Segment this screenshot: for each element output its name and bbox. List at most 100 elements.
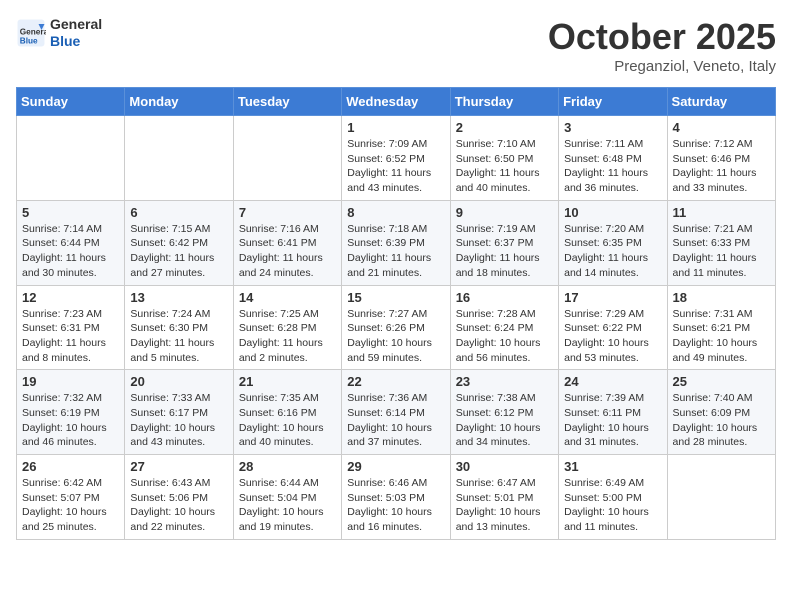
calendar-cell: 16 Sunrise: 7:28 AM Sunset: 6:24 PM Dayli… [450, 285, 558, 370]
day-info: Sunrise: 7:33 AM Sunset: 6:17 PM Dayligh… [130, 391, 227, 450]
day-number: 15 [347, 290, 444, 305]
calendar-cell: 4 Sunrise: 7:12 AM Sunset: 6:46 PM Daylig… [667, 116, 775, 201]
day-number: 23 [456, 374, 553, 389]
day-number: 19 [22, 374, 119, 389]
day-number: 21 [239, 374, 336, 389]
day-number: 22 [347, 374, 444, 389]
calendar-cell: 23Sunrise: 7:38 AM Sunset: 6:12 PM Dayli… [450, 370, 558, 455]
day-info: Sunrise: 7:29 AM Sunset: 6:22 PM Dayligh… [564, 307, 661, 366]
page-header: General Blue General Blue October 2025 P… [16, 16, 776, 75]
day-number: 8 [347, 205, 444, 220]
day-info: Sunrise: 7:21 AM Sunset: 6:33 PM Dayligh… [673, 222, 770, 281]
calendar-cell: 3 Sunrise: 7:11 AM Sunset: 6:48 PM Daylig… [559, 116, 667, 201]
calendar-cell: 2 Sunrise: 7:10 AM Sunset: 6:50 PM Daylig… [450, 116, 558, 201]
day-info: Sunrise: 6:46 AM Sunset: 5:03 PM Dayligh… [347, 476, 444, 535]
calendar-cell: 21 Sunrise: 7:35 AM Sunset: 6:16 PM Dayli… [233, 370, 341, 455]
day-number: 12 [22, 290, 119, 305]
day-info: Sunrise: 6:49 AM Sunset: 5:00 PM Dayligh… [564, 476, 661, 535]
day-number: 18 [673, 290, 770, 305]
calendar-cell: 24 Sunrise: 7:39 AM Sunset: 6:11 PM Dayli… [559, 370, 667, 455]
month-title: October 2025 [548, 16, 776, 58]
day-info: Sunrise: 7:11 AM Sunset: 6:48 PM Dayligh… [564, 137, 661, 196]
day-info: Sunrise: 7:18 AM Sunset: 6:39 PM Dayligh… [347, 222, 444, 281]
day-info: Sunrise: 7:36 AM Sunset: 6:14 PM Dayligh… [347, 391, 444, 450]
day-number: 4 [673, 120, 770, 135]
calendar-week-row: 12 Sunrise: 7:23 AM Sunset: 6:31 PM Dayli… [17, 285, 776, 370]
day-info: Sunrise: 7:16 AM Sunset: 6:41 PM Dayligh… [239, 222, 336, 281]
day-info: Sunrise: 7:31 AM Sunset: 6:21 PM Dayligh… [673, 307, 770, 366]
calendar-cell: 31Sunrise: 6:49 AM Sunset: 5:00 PM Dayli… [559, 455, 667, 540]
calendar-cell: 11 Sunrise: 7:21 AM Sunset: 6:33 PM Dayli… [667, 200, 775, 285]
calendar-cell: 27 Sunrise: 6:43 AM Sunset: 5:06 PM Dayli… [125, 455, 233, 540]
calendar-day-header: Saturday [667, 88, 775, 116]
calendar-cell: 13 Sunrise: 7:24 AM Sunset: 6:30 PM Dayli… [125, 285, 233, 370]
day-info: Sunrise: 7:10 AM Sunset: 6:50 PM Dayligh… [456, 137, 553, 196]
calendar-day-header: Wednesday [342, 88, 450, 116]
title-block: October 2025 Preganziol, Veneto, Italy [548, 16, 776, 75]
day-info: Sunrise: 7:24 AM Sunset: 6:30 PM Dayligh… [130, 307, 227, 366]
calendar-day-header: Sunday [17, 88, 125, 116]
day-number: 16 [456, 290, 553, 305]
calendar-cell: 10 Sunrise: 7:20 AM Sunset: 6:35 PM Dayli… [559, 200, 667, 285]
day-info: Sunrise: 7:40 AM Sunset: 6:09 PM Dayligh… [673, 391, 770, 450]
day-number: 24 [564, 374, 661, 389]
day-info: Sunrise: 6:43 AM Sunset: 5:06 PM Dayligh… [130, 476, 227, 535]
calendar-cell: 26Sunrise: 6:42 AM Sunset: 5:07 PM Dayli… [17, 455, 125, 540]
calendar-cell [233, 116, 341, 201]
day-info: Sunrise: 7:09 AM Sunset: 6:52 PM Dayligh… [347, 137, 444, 196]
day-number: 14 [239, 290, 336, 305]
calendar-week-row: 26Sunrise: 6:42 AM Sunset: 5:07 PM Dayli… [17, 455, 776, 540]
day-number: 11 [673, 205, 770, 220]
logo-text-blue: Blue [50, 33, 102, 50]
calendar-cell [125, 116, 233, 201]
day-info: Sunrise: 7:35 AM Sunset: 6:16 PM Dayligh… [239, 391, 336, 450]
day-info: Sunrise: 7:32 AM Sunset: 6:19 PM Dayligh… [22, 391, 119, 450]
calendar-day-header: Monday [125, 88, 233, 116]
calendar-cell: 28Sunrise: 6:44 AM Sunset: 5:04 PM Dayli… [233, 455, 341, 540]
day-info: Sunrise: 7:15 AM Sunset: 6:42 PM Dayligh… [130, 222, 227, 281]
day-number: 25 [673, 374, 770, 389]
day-number: 1 [347, 120, 444, 135]
day-number: 5 [22, 205, 119, 220]
calendar-cell: 9Sunrise: 7:19 AM Sunset: 6:37 PM Daylig… [450, 200, 558, 285]
day-number: 28 [239, 459, 336, 474]
day-number: 13 [130, 290, 227, 305]
calendar-table: SundayMondayTuesdayWednesdayThursdayFrid… [16, 87, 776, 540]
calendar-cell [17, 116, 125, 201]
day-info: Sunrise: 7:25 AM Sunset: 6:28 PM Dayligh… [239, 307, 336, 366]
calendar-cell: 14 Sunrise: 7:25 AM Sunset: 6:28 PM Dayli… [233, 285, 341, 370]
day-info: Sunrise: 7:12 AM Sunset: 6:46 PM Dayligh… [673, 137, 770, 196]
calendar-cell: 12 Sunrise: 7:23 AM Sunset: 6:31 PM Dayli… [17, 285, 125, 370]
calendar-day-header: Friday [559, 88, 667, 116]
day-number: 2 [456, 120, 553, 135]
day-number: 20 [130, 374, 227, 389]
calendar-cell: 25 Sunrise: 7:40 AM Sunset: 6:09 PM Dayli… [667, 370, 775, 455]
day-number: 27 [130, 459, 227, 474]
calendar-week-row: 5Sunrise: 7:14 AM Sunset: 6:44 PM Daylig… [17, 200, 776, 285]
calendar-cell: 30Sunrise: 6:47 AM Sunset: 5:01 PM Dayli… [450, 455, 558, 540]
day-info: Sunrise: 7:19 AM Sunset: 6:37 PM Dayligh… [456, 222, 553, 281]
calendar-cell [667, 455, 775, 540]
calendar-cell: 8 Sunrise: 7:18 AM Sunset: 6:39 PM Daylig… [342, 200, 450, 285]
calendar-cell: 18 Sunrise: 7:31 AM Sunset: 6:21 PM Dayli… [667, 285, 775, 370]
day-info: Sunrise: 7:23 AM Sunset: 6:31 PM Dayligh… [22, 307, 119, 366]
calendar-cell: 1 Sunrise: 7:09 AM Sunset: 6:52 PM Daylig… [342, 116, 450, 201]
logo-text-general: General [50, 16, 102, 33]
svg-text:Blue: Blue [20, 36, 38, 45]
calendar-day-header: Tuesday [233, 88, 341, 116]
day-info: Sunrise: 7:39 AM Sunset: 6:11 PM Dayligh… [564, 391, 661, 450]
day-number: 7 [239, 205, 336, 220]
day-info: Sunrise: 7:27 AM Sunset: 6:26 PM Dayligh… [347, 307, 444, 366]
day-number: 10 [564, 205, 661, 220]
day-number: 17 [564, 290, 661, 305]
calendar-cell: 22 Sunrise: 7:36 AM Sunset: 6:14 PM Dayli… [342, 370, 450, 455]
day-number: 3 [564, 120, 661, 135]
day-info: Sunrise: 7:28 AM Sunset: 6:24 PM Dayligh… [456, 307, 553, 366]
calendar-header-row: SundayMondayTuesdayWednesdayThursdayFrid… [17, 88, 776, 116]
calendar-week-row: 19 Sunrise: 7:32 AM Sunset: 6:19 PM Dayli… [17, 370, 776, 455]
day-number: 30 [456, 459, 553, 474]
day-number: 26 [22, 459, 119, 474]
logo-icon: General Blue [16, 18, 46, 48]
day-info: Sunrise: 7:20 AM Sunset: 6:35 PM Dayligh… [564, 222, 661, 281]
day-number: 6 [130, 205, 227, 220]
